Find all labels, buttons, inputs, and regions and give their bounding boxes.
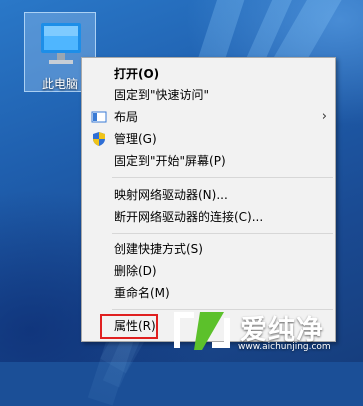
menu-item-disconnect-network-drive[interactable]: 断开网络驱动器的连接(C)... — [84, 207, 333, 227]
menu-item-map-network-drive[interactable]: 映射网络驱动器(N)... — [84, 185, 333, 205]
properties-highlight-box — [100, 314, 158, 339]
menu-item-delete[interactable]: 删除(D) — [84, 261, 333, 281]
watermark-url: www.aichunjing.com — [238, 342, 331, 352]
menu-item-manage[interactable]: 管理(G) — [84, 129, 333, 149]
menu-item-rename[interactable]: 重命名(M) — [84, 283, 333, 303]
context-menu: 打开(O) 固定到"快速访问" 布局 › 管理(G) 固定到"开始"屏幕(P) … — [81, 57, 336, 342]
menu-item-open[interactable]: 打开(O) — [84, 64, 333, 84]
menu-item-pin-start[interactable]: 固定到"开始"屏幕(P) — [84, 151, 333, 171]
shield-icon — [91, 131, 107, 147]
watermark: 爱纯净 www.aichunjing.com — [166, 302, 363, 362]
menu-item-label: 布局 — [114, 110, 139, 124]
menu-item-label: 创建快捷方式(S) — [114, 242, 203, 256]
menu-separator — [112, 177, 333, 178]
menu-item-label: 删除(D) — [114, 264, 157, 278]
menu-item-label: 断开网络驱动器的连接(C)... — [114, 210, 264, 224]
menu-separator — [112, 233, 333, 234]
brand-logo-icon — [174, 312, 230, 350]
submenu-arrow-icon: › — [321, 109, 327, 124]
menu-item-label: 固定到"开始"屏幕(P) — [114, 154, 226, 168]
menu-item-label: 固定到"快速访问" — [114, 88, 210, 102]
menu-item-create-shortcut[interactable]: 创建快捷方式(S) — [84, 239, 333, 259]
computer-icon — [41, 23, 81, 64]
menu-item-label: 映射网络驱动器(N)... — [114, 188, 228, 202]
menu-item-label: 打开(O) — [114, 67, 160, 81]
menu-item-layout[interactable]: 布局 › — [84, 107, 333, 127]
menu-item-label: 重命名(M) — [114, 286, 170, 300]
menu-item-label: 管理(G) — [114, 132, 157, 146]
menu-item-pin-quick-access[interactable]: 固定到"快速访问" — [84, 85, 333, 105]
layout-icon — [91, 109, 107, 125]
